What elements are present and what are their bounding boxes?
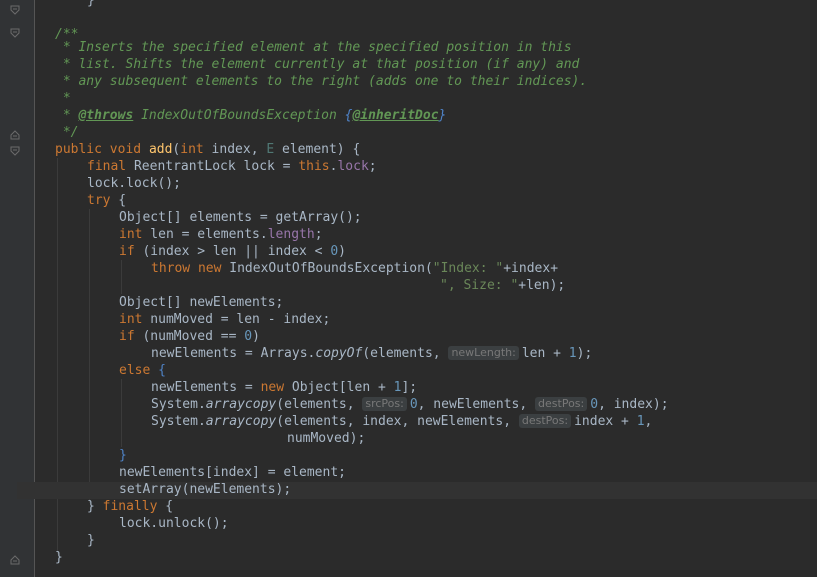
field-ref: length xyxy=(267,227,315,242)
keyword: final xyxy=(87,159,127,174)
code-line: Object[] newElements; xyxy=(119,295,284,310)
number-literal: 0 xyxy=(409,397,418,412)
code-line: * Inserts the specified element at the s… xyxy=(55,39,572,56)
keyword: if xyxy=(119,244,135,259)
keyword: throw xyxy=(151,261,191,276)
code-line: public void add(int index, E element) { xyxy=(55,142,361,157)
javadoc-line: * xyxy=(55,91,71,106)
javadoc-star: * xyxy=(55,108,79,123)
javadoc-line: * list. Shifts the element currently at … xyxy=(55,57,580,72)
code-line: if (index > len || index < 0) xyxy=(119,244,346,259)
fold-close-icon[interactable] xyxy=(10,555,20,565)
code-line: else { xyxy=(119,363,166,378)
keyword: public xyxy=(55,142,102,157)
fold-open-icon[interactable] xyxy=(10,146,20,156)
code-line: } xyxy=(87,533,95,548)
fold-open-icon[interactable] xyxy=(10,28,20,38)
javadoc-throws-tag[interactable]: @throws xyxy=(78,108,133,123)
code-line: lock.unlock(); xyxy=(119,516,229,531)
code-line: * xyxy=(55,90,71,107)
code-line: int numMoved = len - index; xyxy=(119,312,331,327)
code-line: setArray(newElements); xyxy=(119,482,292,497)
javadoc-exception: IndexOutOfBoundsException xyxy=(133,108,345,123)
javadoc-brace: } xyxy=(438,108,447,123)
method-name[interactable]: add xyxy=(149,142,172,157)
indent-guide xyxy=(89,209,90,503)
code-line: * any subsequent elements to the right (… xyxy=(55,73,587,90)
code-line: System.arraycopy(elements, index, newEle… xyxy=(151,414,653,429)
code-line: } xyxy=(119,448,127,463)
keyword: new xyxy=(260,380,285,395)
param-hint: destPos: xyxy=(535,397,588,411)
number-literal: 0 xyxy=(244,329,253,344)
code-line: } xyxy=(87,0,95,9)
code-line: lock.lock(); xyxy=(87,176,181,191)
code-line: if (numMoved == 0) xyxy=(119,329,260,344)
keyword: if xyxy=(119,329,135,344)
number-literal: 0 xyxy=(330,244,339,259)
param-hint: destPos: xyxy=(518,414,572,428)
keyword: try xyxy=(87,193,111,208)
code-line: newElements = Arrays.copyOf(elements, ne… xyxy=(151,346,593,361)
javadoc-close: */ xyxy=(55,125,79,140)
code-line: System.arraycopy(elements, srcPos: 0, new… xyxy=(151,397,669,412)
code-line: * @throws IndexOutOfBoundsException {@in… xyxy=(55,107,447,124)
code-line: int len = elements.length; xyxy=(119,227,323,242)
code-line: try { xyxy=(87,193,127,208)
number-literal: 0 xyxy=(590,397,599,412)
code-line: newElements[index] = element; xyxy=(119,465,346,480)
javadoc-line: * Inserts the specified element at the s… xyxy=(55,40,572,55)
static-method[interactable]: arraycopy xyxy=(206,397,276,412)
javadoc-inheritdoc-tag[interactable]: @inheritDoc xyxy=(352,108,438,123)
field-ref: lock xyxy=(337,159,369,174)
code-line: numMoved); xyxy=(287,431,366,446)
keyword: int xyxy=(119,227,143,242)
number-literal: 1 xyxy=(568,346,577,361)
code-line: ", Size: "+len); xyxy=(440,278,566,293)
keyword: int xyxy=(119,312,143,327)
fold-close-icon[interactable] xyxy=(10,130,20,140)
code-line: * list. Shifts the element currently at … xyxy=(55,56,580,73)
indent-guide xyxy=(121,379,122,447)
keyword: else xyxy=(119,363,151,378)
static-method[interactable]: arraycopy xyxy=(206,414,276,429)
param-hint: newLength: xyxy=(448,346,519,360)
string-literal: ", Size: " xyxy=(440,278,519,293)
code-editor[interactable]: } /** * Inserts the specified element at… xyxy=(0,0,817,577)
code-line: newElements = new Object[len + 1]; xyxy=(151,380,418,395)
code-line: */ xyxy=(55,124,79,141)
code-line: final ReentrantLock lock = this.lock; xyxy=(87,159,377,174)
keyword: new xyxy=(197,261,222,276)
keyword: int xyxy=(180,142,204,157)
keyword: void xyxy=(109,142,142,157)
fold-open-icon[interactable] xyxy=(10,5,20,15)
param-hint: srcPos: xyxy=(362,397,407,411)
javadoc-line: * any subsequent elements to the right (… xyxy=(55,74,588,89)
code-line: } xyxy=(55,550,63,565)
keyword: this xyxy=(298,159,330,174)
string-literal: "Index: " xyxy=(432,261,504,276)
code-line: } finally { xyxy=(87,499,174,514)
closing-brace: } xyxy=(87,0,95,8)
keyword: finally xyxy=(102,499,158,514)
static-method[interactable]: copyOf xyxy=(315,346,362,361)
indent-guide xyxy=(121,260,122,294)
code-line: Object[] elements = getArray(); xyxy=(119,210,362,225)
number-literal: 1 xyxy=(393,380,402,395)
code-line: throw new IndexOutOfBoundsException("Ind… xyxy=(151,261,559,276)
number-literal: 1 xyxy=(636,414,645,429)
